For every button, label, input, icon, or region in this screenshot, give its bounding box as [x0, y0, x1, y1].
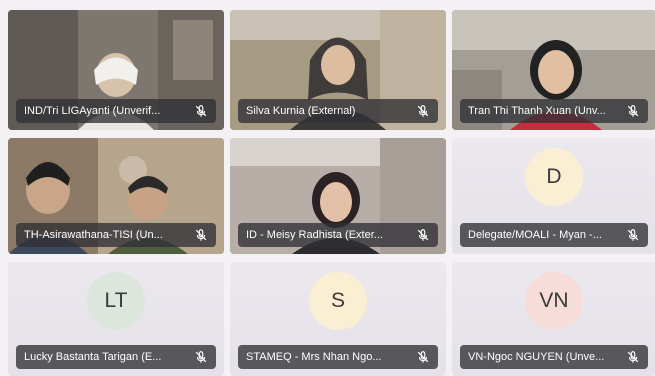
nameplate: ID - Meisy Radhista (Exter...	[238, 223, 438, 247]
participant-name: VN-Ngoc NGUYEN (Unve...	[468, 351, 605, 363]
mic-muted-icon	[627, 229, 639, 241]
participant-tile-meisy-radhista[interactable]: ID - Meisy Radhista (Exter...	[230, 138, 446, 254]
participant-tile-delegate-moali[interactable]: D Delegate/MOALI - Myan -...	[452, 138, 655, 254]
nameplate: Tran Thi Thanh Xuan (Unv...	[460, 99, 648, 123]
nameplate: IND/Tri LIGAyanti (Unverif...	[16, 99, 216, 123]
mic-muted-icon	[627, 105, 639, 117]
participant-tile-vn-ngoc-nguyen[interactable]: VN VN-Ngoc NGUYEN (Unve...	[452, 262, 655, 376]
participant-name: ID - Meisy Radhista (Exter...	[246, 229, 383, 241]
nameplate: Silva Kurnia (External)	[238, 99, 438, 123]
participant-name: STAMEQ - Mrs Nhan Ngo...	[246, 351, 382, 363]
nameplate: TH-Asirawathana-TISI (Un...	[16, 223, 216, 247]
participant-name: Lucky Bastanta Tarigan (E...	[24, 351, 162, 363]
participant-name: TH-Asirawathana-TISI (Un...	[24, 229, 163, 241]
mic-muted-icon	[195, 105, 207, 117]
nameplate: Delegate/MOALI - Myan -...	[460, 223, 648, 247]
participant-name: Tran Thi Thanh Xuan (Unv...	[468, 105, 606, 117]
nameplate: Lucky Bastanta Tarigan (E...	[16, 345, 216, 369]
participant-tile-tran-thi-thanh-xuan[interactable]: Tran Thi Thanh Xuan (Unv...	[452, 10, 655, 130]
participant-grid: IND/Tri LIGAyanti (Unverif... Silva Kurn…	[8, 10, 655, 376]
avatar: S	[309, 271, 367, 330]
participant-tile-lucky-bastanta-tarigan[interactable]: LT Lucky Bastanta Tarigan (E...	[8, 262, 224, 376]
mic-muted-icon	[417, 229, 429, 241]
participant-tile-th-asirawathana-tisi[interactable]: TH-Asirawathana-TISI (Un...	[8, 138, 224, 254]
participant-name: IND/Tri LIGAyanti (Unverif...	[24, 105, 161, 117]
nameplate: VN-Ngoc NGUYEN (Unve...	[460, 345, 648, 369]
avatar: VN	[525, 271, 583, 330]
mic-muted-icon	[417, 105, 429, 117]
avatar: LT	[87, 271, 145, 330]
avatar: D	[525, 148, 583, 207]
mic-muted-icon	[627, 351, 639, 363]
mic-muted-icon	[195, 229, 207, 241]
mic-muted-icon	[195, 351, 207, 363]
participant-tile-tri-ligayanti[interactable]: IND/Tri LIGAyanti (Unverif...	[8, 10, 224, 130]
nameplate: STAMEQ - Mrs Nhan Ngo...	[238, 345, 438, 369]
mic-muted-icon	[417, 351, 429, 363]
participant-name: Silva Kurnia (External)	[246, 105, 356, 117]
participant-tile-silva-kurnia[interactable]: Silva Kurnia (External)	[230, 10, 446, 130]
participant-name: Delegate/MOALI - Myan -...	[468, 229, 602, 241]
participant-tile-stameq-nhan-ngo[interactable]: S STAMEQ - Mrs Nhan Ngo...	[230, 262, 446, 376]
